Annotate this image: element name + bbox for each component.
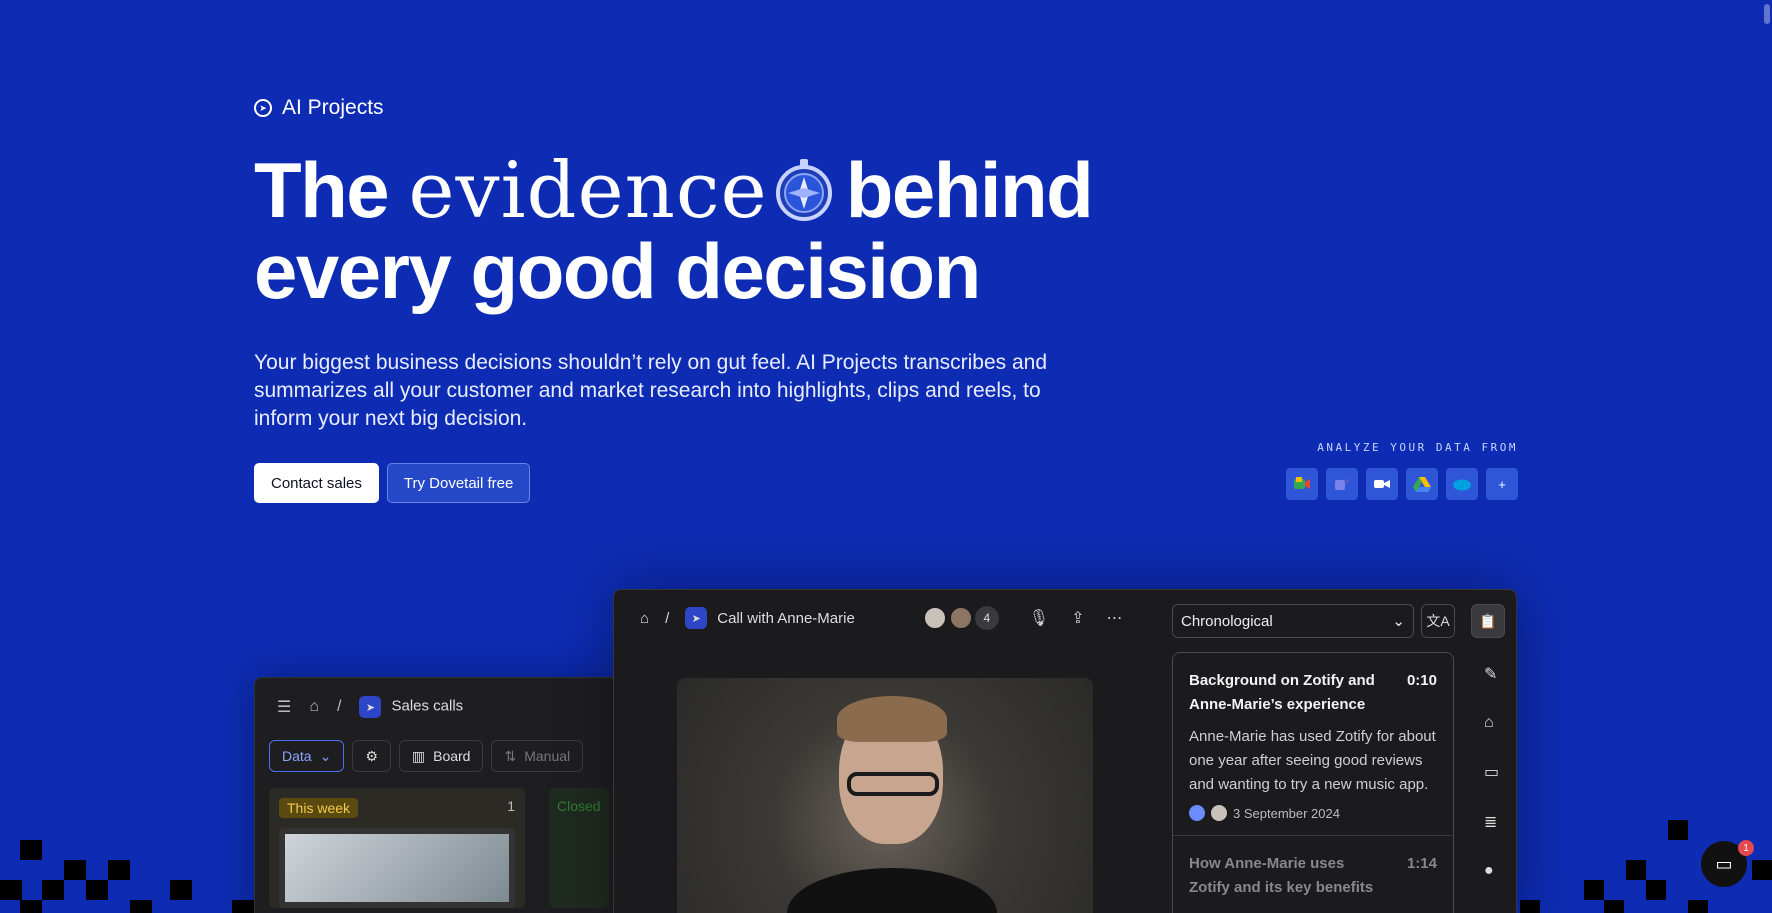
highlight-item[interactable]: Background on Zotify and Anne-Marie’s ex… [1173, 653, 1453, 836]
avatar [922, 606, 947, 630]
summary-panel-button[interactable]: 📋 [1471, 604, 1505, 638]
column-count: 1 [507, 798, 515, 814]
zoom-icon[interactable] [1366, 468, 1398, 500]
compass-illustration-icon [774, 154, 834, 221]
google-meet-icon[interactable] [1286, 468, 1318, 500]
chevron-down-icon: ⌄ [1392, 613, 1405, 630]
highlight-header: How Anne-Marie uses Zotify and its key b… [1189, 852, 1437, 900]
column-label: This week [279, 798, 359, 818]
highlights-list: Background on Zotify and Anne-Marie’s ex… [1172, 652, 1454, 913]
home-icon[interactable]: ⌂ [309, 698, 319, 716]
sort-icon: ⇅ [504, 747, 517, 764]
menu-icon[interactable]: ☰ [277, 697, 291, 717]
integrations-list: + [1286, 468, 1518, 500]
headline-word-behind: behind [845, 146, 1094, 234]
chat-icon: ▭ [1715, 853, 1733, 874]
call-title[interactable]: Call with Anne-Marie [717, 610, 855, 627]
participant-count: 4 [974, 606, 999, 630]
eyebrow-label: AI Projects [282, 96, 384, 119]
ai-avatar [1189, 805, 1205, 821]
compass-icon: ➤ [254, 99, 272, 117]
filter-settings-button[interactable]: ⚙ [352, 740, 391, 772]
column-header: This week 1 [279, 798, 515, 818]
side-rail: ✎ ⌂ ▭ ≣ ● ☰ [1484, 664, 1499, 913]
sort-order-value: Chronological [1181, 612, 1273, 630]
sales-calls-window: ☰ ⌂ / ➤ Sales calls Data ⌄ ⚙ ▥ Board ⇅ Manua… [254, 677, 634, 913]
call-window: ⌂ / ➤ Call with Anne-Marie 4 🎙 ⇪ ⋯ Chron… [613, 589, 1517, 913]
project-compass-icon: ➤ [685, 607, 708, 629]
video-person-glasses [847, 772, 939, 796]
edit-icon[interactable]: ✎ [1484, 664, 1499, 684]
highlight-header: Background on Zotify and Anne-Marie’s ex… [1189, 669, 1437, 717]
home-icon[interactable]: ⌂ [640, 610, 649, 627]
table-icon[interactable]: ≣ [1484, 812, 1499, 832]
chat-notification-badge: 1 [1738, 840, 1754, 856]
board-columns: This week 1 Closed [255, 776, 633, 913]
salesforce-icon[interactable] [1446, 468, 1478, 500]
contact-sales-button[interactable]: Contact sales [254, 463, 379, 503]
sales-calls-title: Sales calls [391, 697, 464, 715]
board-icon: ▥ [411, 747, 426, 764]
microphone-icon[interactable]: 🎙 [1029, 608, 1049, 628]
chevron-down-icon: ⌄ [319, 747, 332, 764]
manual-sort-label: Manual [524, 748, 571, 764]
board-label: Board [433, 748, 471, 764]
translate-button[interactable]: 文A [1421, 604, 1455, 638]
more-options-icon[interactable]: ⋯ [1107, 608, 1123, 628]
try-free-button[interactable]: Try Dovetail free [386, 463, 531, 503]
product-eyebrow: ➤ AI Projects [254, 96, 1254, 120]
manual-sort-button[interactable]: ⇅ Manual [491, 740, 584, 772]
breadcrumb-separator: / [337, 698, 342, 715]
more-integrations-button[interactable]: + [1486, 468, 1518, 500]
translate-icon: 文A [1426, 613, 1450, 629]
board-view-button[interactable]: ▥ Board [398, 740, 484, 772]
headline-word-evidence: evidence [408, 146, 768, 236]
breadcrumb[interactable]: ➤ Sales calls [359, 696, 463, 718]
column-label: Closed [557, 798, 601, 814]
sliders-icon: ⚙ [365, 747, 378, 764]
headline-word-the: The [254, 146, 390, 234]
integrations-panel: ANALYZE YOUR DATA FROM + [1286, 441, 1518, 500]
board-column-closed: Closed [549, 788, 609, 908]
avatar [948, 606, 973, 630]
call-card-thumbnail[interactable] [279, 828, 515, 908]
breadcrumb-separator: / [665, 609, 670, 627]
highlight-title: Background on Zotify and Anne-Marie’s ex… [1189, 672, 1375, 713]
clipboard-icon: 📋 [1479, 612, 1497, 629]
highlight-timestamp[interactable]: 1:14 [1407, 852, 1437, 900]
board-column-this-week: This week 1 [269, 788, 525, 908]
share-icon[interactable]: ⇪ [1071, 608, 1084, 628]
sales-calls-header: ☰ ⌂ / ➤ Sales calls [255, 678, 633, 736]
call-actions: 🎙 ⇪ ⋯ [1029, 608, 1123, 628]
video-person-shirt [787, 868, 997, 913]
project-compass-icon: ➤ [359, 696, 382, 718]
highlight-date: 3 September 2024 [1233, 805, 1340, 821]
teams-icon[interactable] [1326, 468, 1358, 500]
video-person-hair [837, 696, 947, 742]
integrations-label: ANALYZE YOUR DATA FROM [1317, 441, 1518, 454]
hero-subhead: Your biggest business decisions shouldn’… [254, 351, 1048, 430]
google-drive-icon[interactable] [1406, 468, 1438, 500]
highlight-title: How Anne-Marie uses Zotify and its key b… [1189, 855, 1374, 896]
video-player[interactable] [677, 678, 1093, 913]
avatar [1211, 805, 1227, 821]
call-header: ⌂ / ➤ Call with Anne-Marie 4 🎙 ⇪ ⋯ [614, 590, 1164, 646]
headline-line-two: every good decision [254, 227, 981, 315]
data-view-label: Data [282, 748, 312, 764]
participants[interactable]: 4 [922, 606, 999, 630]
sort-order-select[interactable]: Chronological ⌄ [1172, 604, 1414, 638]
hero-section: ➤ AI Projects The evidence behind every g… [254, 96, 1254, 503]
page-headline: The evidence behind every good decision [254, 150, 1254, 311]
cta-row: Contact sales Try Dovetail free [254, 463, 1254, 503]
highlight-item[interactable]: How Anne-Marie uses Zotify and its key b… [1173, 836, 1453, 913]
highlight-meta: 3 September 2024 [1189, 805, 1437, 821]
user-icon[interactable]: ● [1484, 862, 1499, 880]
data-view-dropdown[interactable]: Data ⌄ [269, 740, 345, 772]
page-scrollbar[interactable] [1764, 4, 1770, 24]
highlight-timestamp[interactable]: 0:10 [1407, 669, 1437, 717]
tag-icon[interactable]: ⌂ [1484, 714, 1499, 732]
comment-icon[interactable]: ▭ [1484, 762, 1499, 782]
highlight-summary: Anne-Marie has used Zotify for about one… [1189, 728, 1436, 793]
sales-calls-toolbar: Data ⌄ ⚙ ▥ Board ⇅ Manual [255, 736, 633, 776]
